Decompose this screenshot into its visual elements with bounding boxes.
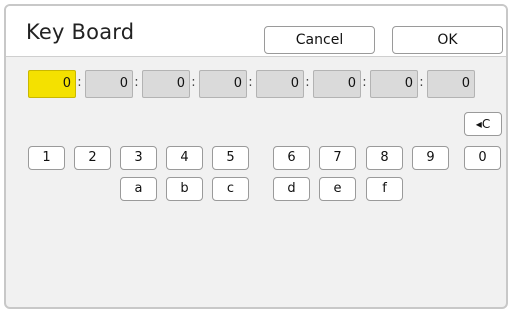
- key-4[interactable]: 4: [166, 146, 203, 170]
- dialog-header: Key Board Cancel OK: [6, 6, 506, 57]
- address-separator: :: [305, 75, 310, 90]
- address-separator: :: [77, 75, 82, 90]
- address-field-2[interactable]: 0: [85, 70, 133, 98]
- address-separator: :: [248, 75, 253, 90]
- key-e[interactable]: e: [319, 177, 356, 201]
- address-field-5[interactable]: 0: [256, 70, 304, 98]
- address-field-3[interactable]: 0: [142, 70, 190, 98]
- key-a[interactable]: a: [120, 177, 157, 201]
- key-2[interactable]: 2: [74, 146, 111, 170]
- address-field-8[interactable]: 0: [427, 70, 475, 98]
- address-field-6[interactable]: 0: [313, 70, 361, 98]
- key-d[interactable]: d: [273, 177, 310, 201]
- address-separator: :: [191, 75, 196, 90]
- ok-button[interactable]: OK: [392, 26, 503, 54]
- address-field-7[interactable]: 0: [370, 70, 418, 98]
- address-separator: :: [362, 75, 367, 90]
- address-separator: :: [419, 75, 424, 90]
- key-f[interactable]: f: [366, 177, 403, 201]
- key-5[interactable]: 5: [212, 146, 249, 170]
- key-1[interactable]: 1: [28, 146, 65, 170]
- key-3[interactable]: 3: [120, 146, 157, 170]
- key-8[interactable]: 8: [366, 146, 403, 170]
- key-c[interactable]: c: [212, 177, 249, 201]
- address-separator: :: [134, 75, 139, 90]
- key-9[interactable]: 9: [412, 146, 449, 170]
- address-field-4[interactable]: 0: [199, 70, 247, 98]
- dialog-title: Key Board: [26, 20, 135, 44]
- key-7[interactable]: 7: [319, 146, 356, 170]
- address-field-1[interactable]: 0: [28, 70, 76, 98]
- key-0[interactable]: 0: [464, 146, 501, 170]
- key-6[interactable]: 6: [273, 146, 310, 170]
- key-b[interactable]: b: [166, 177, 203, 201]
- cancel-button[interactable]: Cancel: [264, 26, 375, 54]
- backspace-button[interactable]: ◂C: [464, 112, 502, 136]
- keyboard-dialog: Key Board Cancel OK 0 : 0 : 0 : 0 : 0 : …: [4, 4, 508, 309]
